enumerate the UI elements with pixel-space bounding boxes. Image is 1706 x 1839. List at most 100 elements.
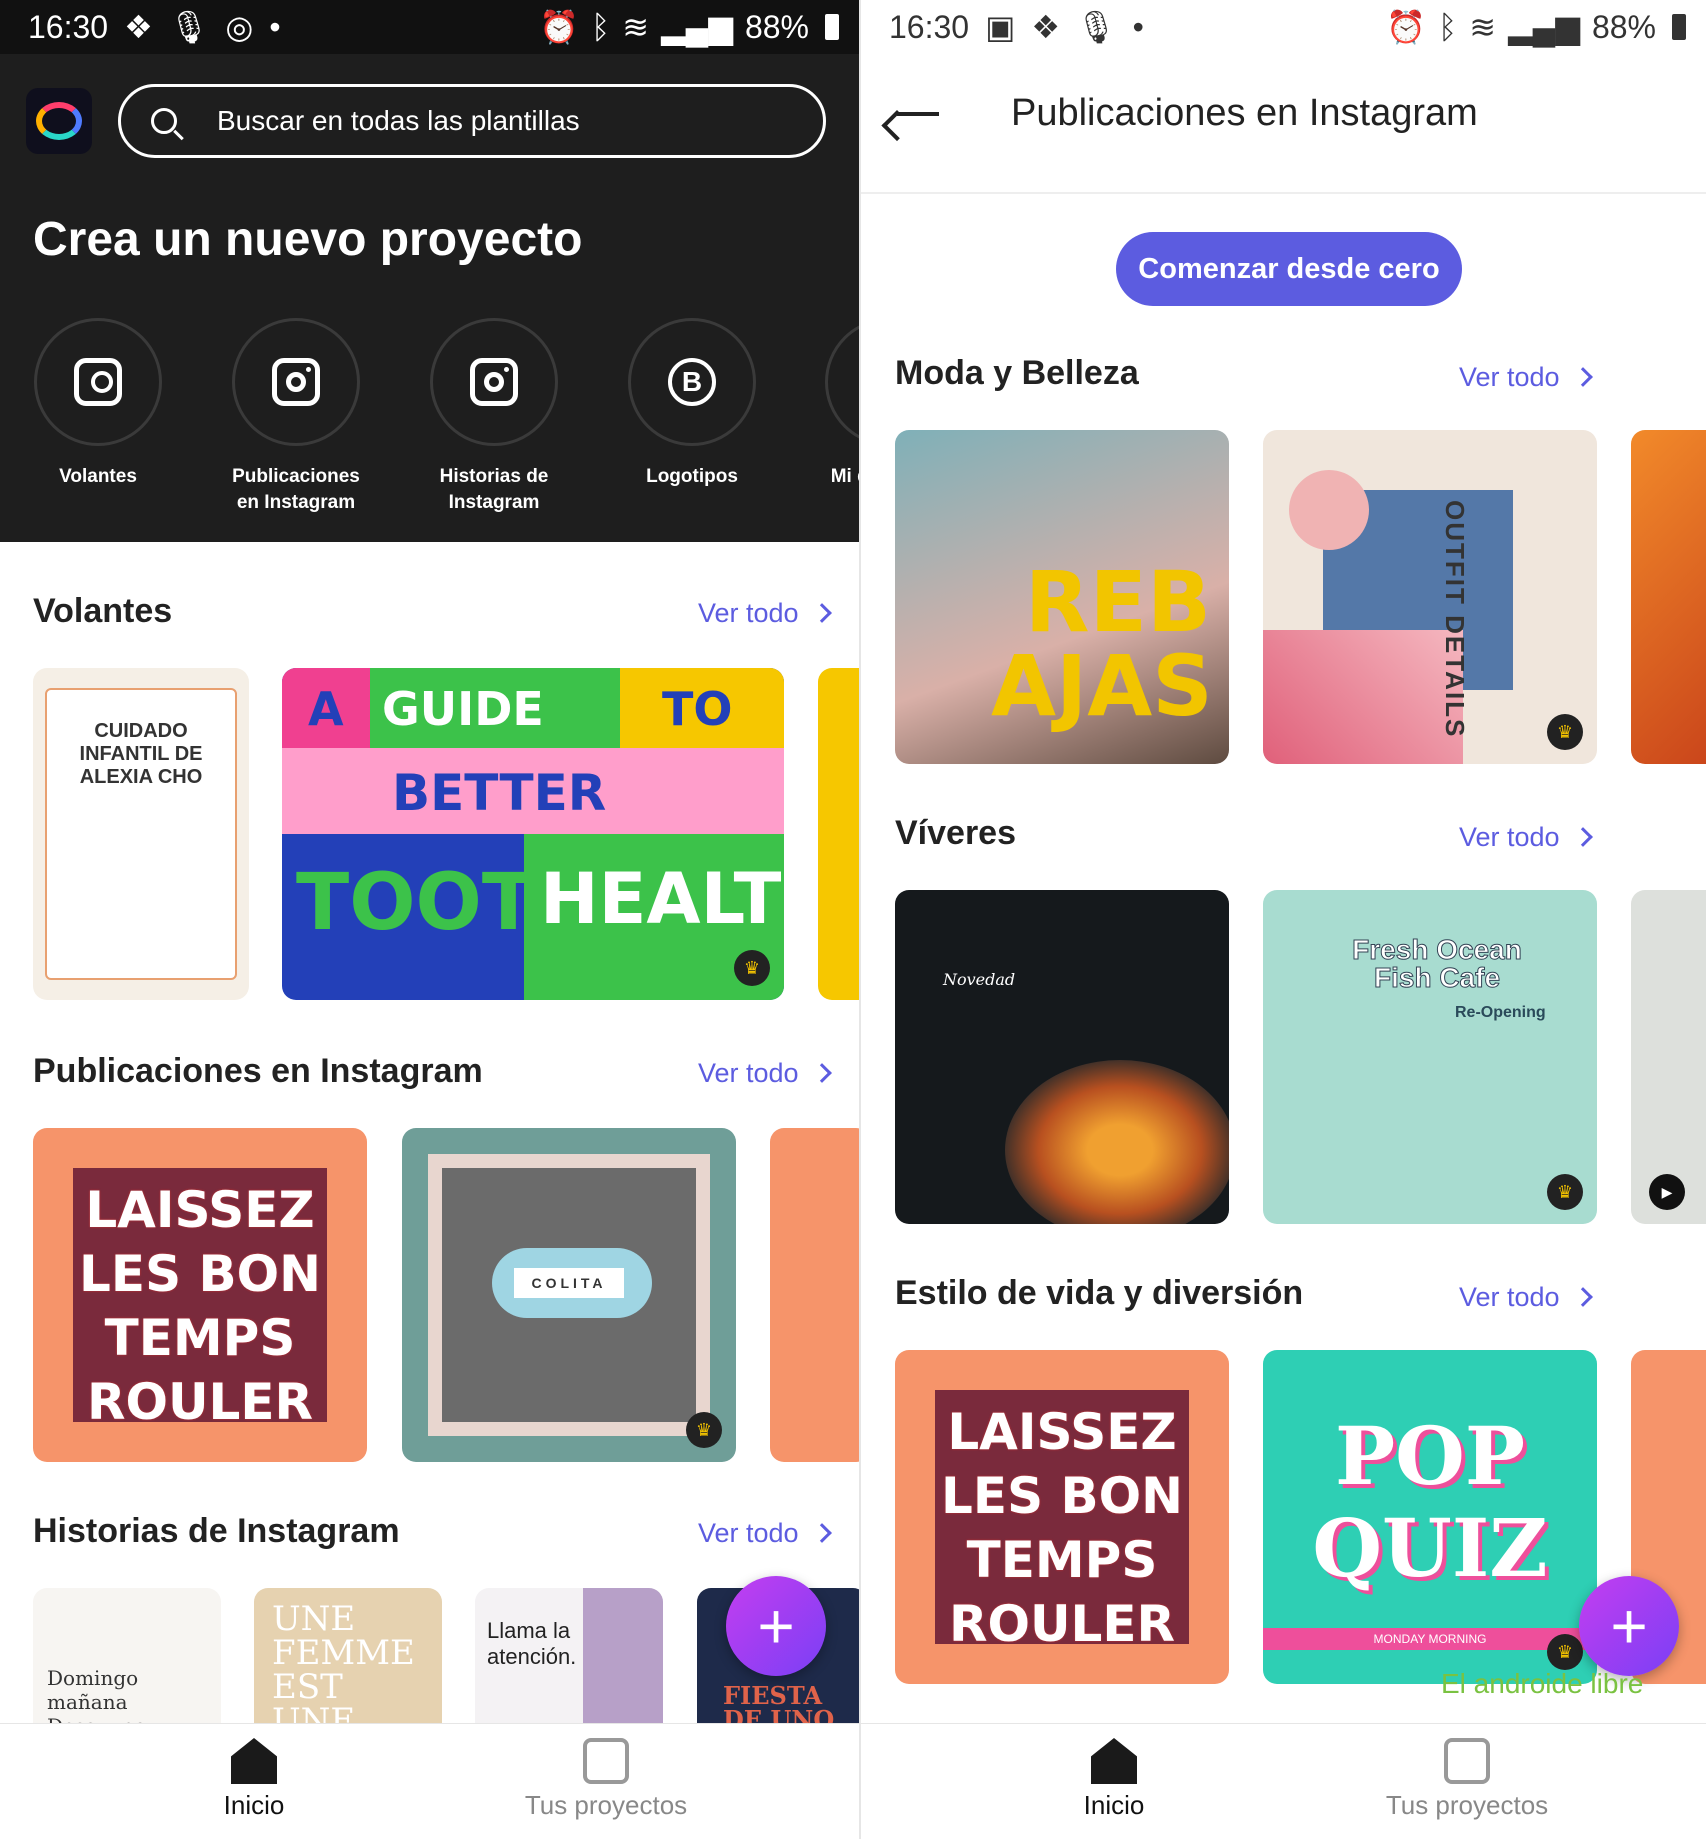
search-bar[interactable]: Buscar en todas las plantillas — [118, 84, 826, 158]
alarm-icon: ⏰ — [1386, 9, 1427, 45]
category-label: Publicaciones en Instagram — [232, 466, 360, 513]
battery-percent: 88% — [744, 8, 809, 45]
back-arrow-icon[interactable] — [897, 112, 939, 116]
section-title-groceries: Víveres — [895, 814, 1016, 852]
home-icon — [1091, 1738, 1137, 1784]
see-all-instagram-posts[interactable]: Ver todo — [698, 1058, 832, 1089]
template-card[interactable]: COLITA ♛ — [402, 1128, 736, 1462]
signal-icon: ▂▄▆ — [1508, 9, 1580, 45]
status-bar: 16:30 ▣ ❖ 🎙 • ⏰ ᛒ ≋ ▂▄▆ 88% — [861, 0, 1706, 54]
card-text: REB AJAS — [991, 553, 1213, 735]
template-card[interactable]: UNE FEMME EST UNE — [254, 1588, 442, 1738]
dot-icon: • — [269, 8, 281, 45]
template-card[interactable]: Domingo mañana Desayuno — [33, 1588, 221, 1738]
premium-crown-icon: ♛ — [734, 950, 770, 986]
left-screen: 16:30 ❖ 🎙 ◎ • ⏰ ᛒ ≋ ▂▄▆ 88% Buscar en todas las … — [0, 0, 859, 1839]
page-title: Publicaciones en Instagram — [1011, 92, 1478, 134]
template-card[interactable] — [1631, 430, 1706, 764]
create-fab-button[interactable]: + — [726, 1576, 826, 1676]
template-card[interactable]: POP QUIZ MONDAY MORNING ♛ — [1263, 1350, 1597, 1684]
watermark: El androide libre — [1441, 1668, 1644, 1699]
card-title: CUIDADO INFANTIL DE ALEXIA CHO — [45, 688, 237, 980]
app-bar: Publicaciones en Instagram — [861, 54, 1706, 194]
card-text: Fresh Ocean Fish Cafe — [1352, 934, 1523, 993]
bluetooth-icon: ᛒ — [591, 8, 611, 45]
card-text: OUTFIT DETAILS — [1440, 500, 1470, 739]
nav-home[interactable]: Inicio — [154, 1738, 354, 1821]
template-card[interactable]: LAISSEZ LES BON TEMPS ROULER — [895, 1350, 1229, 1684]
premium-crown-icon: ♛ — [686, 1412, 722, 1448]
template-card[interactable]: REB AJAS — [895, 430, 1229, 764]
mic-icon: 🎙 — [1076, 9, 1117, 45]
premium-crown-icon: ♛ — [1547, 714, 1583, 750]
dot-icon: • — [1132, 8, 1144, 45]
instagram-icon — [470, 358, 518, 406]
template-card[interactable]: OUTFIT DETAILS ♛ — [1263, 430, 1597, 764]
chevron-right-icon — [811, 603, 832, 623]
status-bar: 16:30 ❖ 🎙 ◎ • ⏰ ᛒ ≋ ▂▄▆ 88% — [0, 0, 859, 54]
wifi-icon: ≋ — [1469, 9, 1497, 45]
see-all-volantes[interactable]: Ver todo — [698, 598, 832, 629]
category-instagram-posts[interactable]: Publicaciones en Instagram — [231, 318, 361, 516]
creative-cloud-logo[interactable] — [26, 88, 92, 154]
create-fab-button[interactable]: + — [1579, 1576, 1679, 1676]
wifi-icon: ≋ — [622, 9, 650, 45]
see-all-lifestyle[interactable]: Ver todo — [1459, 1282, 1593, 1313]
category-label: Historias de Instagram — [439, 466, 549, 513]
template-card[interactable]: CUIDADO INFANTIL DE ALEXIA CHO — [33, 668, 249, 1000]
category-logos[interactable]: B Logotipos — [627, 318, 757, 516]
chevron-right-icon — [811, 1063, 832, 1083]
battery-icon — [825, 14, 839, 40]
nav-projects[interactable]: Tus proyectos — [506, 1738, 706, 1821]
category-volantes[interactable]: Volantes — [33, 318, 163, 516]
category-more[interactable]: Mi de — [825, 318, 859, 516]
header: Buscar en todas las plantillas Crea un n… — [0, 54, 859, 542]
clock: 16:30 — [889, 8, 970, 45]
card-text: LAISSEZ LES BON TEMPS ROULER — [941, 1403, 1183, 1653]
template-card[interactable]: Novedad — [895, 890, 1229, 1224]
battery-icon — [1672, 14, 1686, 40]
card-text: Llama la atención. — [487, 1618, 577, 1669]
see-all-fashion[interactable]: Ver todo — [1459, 362, 1593, 393]
start-from-scratch-button[interactable]: Comenzar desde cero — [1116, 232, 1462, 306]
template-card[interactable]: GUIDE A TO BETTER TOOTH HEALTH ♛ — [282, 668, 784, 1000]
card-text: Re-Opening — [1455, 1004, 1546, 1021]
template-card[interactable] — [818, 668, 859, 1000]
category-instagram-stories[interactable]: Historias de Instagram — [429, 318, 559, 516]
see-all-instagram-stories[interactable]: Ver todo — [698, 1518, 832, 1549]
card-text: COLITA — [514, 1268, 624, 1298]
bottom-nav: Inicio Tus proyectos — [0, 1723, 859, 1839]
mic-icon: 🎙 — [168, 9, 210, 45]
search-placeholder: Buscar en todas las plantillas — [217, 105, 580, 136]
image-icon: ▣ — [985, 9, 1016, 45]
right-screen: 16:30 ▣ ❖ 🎙 • ⏰ ᛒ ≋ ▂▄▆ 88% Publicaciones en Ins… — [859, 0, 1706, 1839]
section-title-instagram-posts: Publicaciones en Instagram — [33, 1052, 483, 1090]
instagram-icon — [272, 358, 320, 406]
template-card[interactable]: Fresh Ocean Fish Cafe Re-Opening ♛ — [1263, 890, 1597, 1224]
template-card[interactable]: Llama la atención. — [475, 1588, 663, 1738]
nav-projects[interactable]: Tus proyectos — [1367, 1738, 1567, 1821]
alarm-icon: ⏰ — [539, 9, 580, 45]
card-text: LAISSEZ LES BON TEMPS ROULER — [79, 1181, 321, 1431]
template-card[interactable]: ▶ — [1631, 890, 1706, 1224]
see-all-groceries[interactable]: Ver todo — [1459, 822, 1593, 853]
chevron-right-icon — [1572, 1287, 1593, 1307]
chevron-right-icon — [811, 1523, 832, 1543]
card-text: HEALTH — [540, 858, 784, 940]
bluetooth-icon: ᛒ — [1438, 8, 1458, 45]
template-card[interactable] — [770, 1128, 859, 1462]
signal-icon: ▂▄▆ — [661, 9, 733, 45]
category-label: Volantes — [59, 466, 137, 487]
card-text: POP QUIZ — [1312, 1409, 1548, 1595]
dropbox-icon: ❖ — [124, 9, 153, 45]
category-row: Volantes Publicaciones en Instagram Hist… — [33, 318, 859, 516]
card-text: BETTER — [392, 764, 607, 822]
template-card[interactable]: LAISSEZ LES BON TEMPS ROULER — [33, 1128, 367, 1462]
category-label: Logotipos — [646, 466, 738, 487]
nav-home[interactable]: Inicio — [1014, 1738, 1214, 1821]
section-title-volantes: Volantes — [33, 592, 173, 630]
document-icon — [583, 1738, 629, 1784]
document-icon — [1444, 1738, 1490, 1784]
battery-percent: 88% — [1591, 8, 1656, 45]
card-text: TO — [662, 682, 733, 736]
